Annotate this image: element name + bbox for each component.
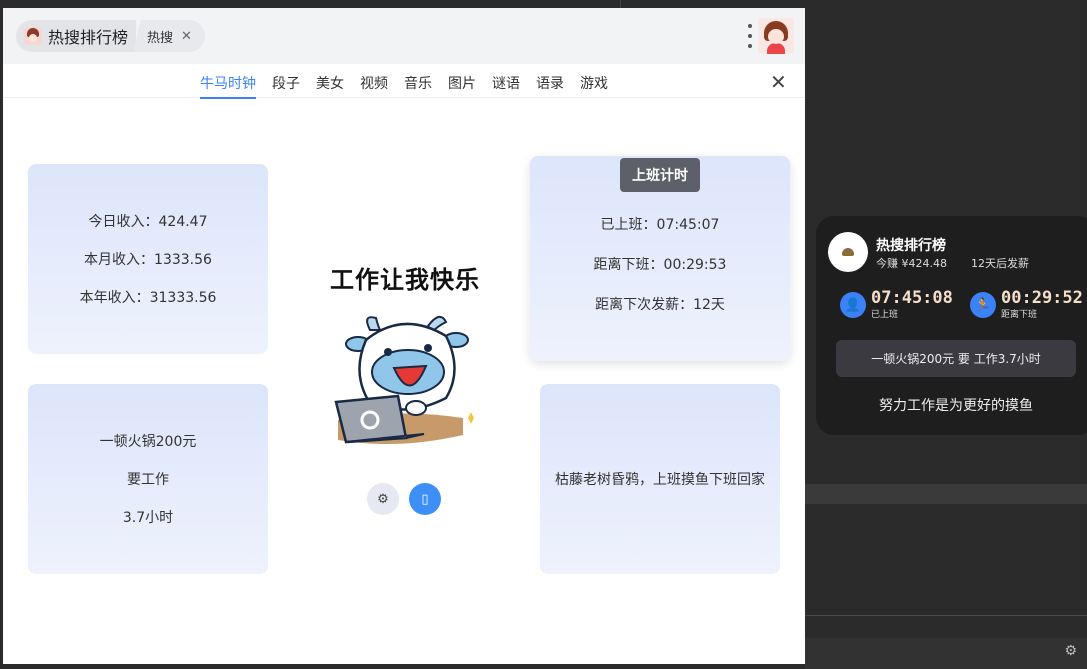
quote-card: 枯藤老树昏鸦，上班摸鱼下班回家 [540, 384, 780, 574]
nav-tab[interactable]: 游戏 [580, 73, 608, 99]
payday-countdown: 距离下次发薪：12天 [595, 297, 725, 313]
widget-worked-stat: 👤 07:45:08 已上班 [840, 290, 953, 320]
nav-tab[interactable]: 段子 [272, 73, 300, 99]
avatar[interactable] [758, 18, 794, 54]
category-nav: 牛马时钟 段子 美女 视频 音乐 图片 谜语 语录 游戏 ✕ [3, 64, 805, 99]
desktop-band [805, 484, 1087, 504]
hotpot-line-3: 3.7小时 [122, 510, 174, 526]
income-year: 本年收入：31333.56 [79, 290, 217, 306]
mobile-button[interactable]: ▯ [409, 483, 441, 515]
app-window: 热搜排行榜 热搜 ✕ 牛马时钟 段子 美女 视频 音乐 图片 谜语 语录 游戏 ✕ 今日收入：4… [3, 8, 805, 664]
widget-earnings: 今赚 ¥424.48 [876, 257, 947, 270]
widget-logo-icon [828, 232, 868, 272]
nav-tab[interactable]: 图片 [448, 73, 476, 99]
cow-mascot-icon [334, 315, 474, 444]
widget-remain-caption: 距离下班 [1001, 310, 1038, 320]
app-title: 热搜排行榜 [48, 28, 129, 47]
mobile-icon: ▯ [421, 491, 429, 507]
widget-hotpot-pill: 一顿火锅200元 要 工作3.7小时 [836, 340, 1076, 377]
desktop-taskbar [805, 638, 1087, 669]
widget-slogan: 努力工作是为更好的摸鱼 [879, 398, 1033, 414]
nav-tab[interactable]: 视频 [360, 73, 388, 99]
desktop-divider-bottom [805, 615, 1087, 616]
widget-remain-time: 00:29:52 [1001, 288, 1083, 308]
close-icon[interactable]: ✕ [181, 29, 192, 44]
tab-hot-search-label: 热搜 [147, 30, 174, 46]
hotpot-line-1: 一顿火锅200元 [99, 434, 197, 450]
quote-text: 枯藤老树昏鸦，上班摸鱼下班回家 [555, 472, 765, 488]
worked-time: 已上班：07:45:07 [600, 217, 720, 233]
nav-tabs: 牛马时钟 段子 美女 视频 音乐 图片 谜语 语录 游戏 [200, 73, 624, 99]
gear-icon: ⚙ [377, 491, 389, 507]
nav-tab[interactable]: 音乐 [404, 73, 432, 99]
nav-tab[interactable]: 美女 [316, 73, 344, 99]
hotpot-card: 一顿火锅200元 要工作 3.7小时 [28, 384, 268, 574]
title-bar: 热搜排行榜 热搜 ✕ [3, 8, 805, 64]
desktop-divider [620, 0, 621, 8]
app-tab[interactable]: 热搜排行榜 [16, 20, 137, 52]
settings-button[interactable]: ⚙ [367, 483, 399, 515]
center-title: 工作让我快乐 [330, 266, 480, 294]
work-timer-card: 上班计时 已上班：07:45:07 距离下班：00:29:53 距离下次发薪：1… [530, 156, 790, 361]
hotpot-line-2: 要工作 [127, 472, 169, 488]
off-work-countdown: 距离下班：00:29:53 [593, 257, 727, 273]
close-panel-icon[interactable]: ✕ [770, 70, 787, 94]
running-icon: 🏃 [970, 292, 996, 318]
income-today: 今日收入：424.47 [88, 214, 208, 230]
widget-worked-caption: 已上班 [871, 310, 899, 320]
widget-worked-time: 07:45:08 [871, 288, 953, 308]
income-card: 今日收入：424.47 本月收入：1333.56 本年收入：31333.56 [28, 164, 268, 354]
more-menu-icon[interactable] [747, 24, 753, 48]
app-logo-icon [24, 27, 42, 45]
desktop-gear-icon[interactable]: ⚙ [1064, 643, 1077, 659]
income-month: 本月收入：1333.56 [84, 252, 212, 268]
nav-tab[interactable]: 牛马时钟 [200, 73, 256, 99]
nav-tab[interactable]: 语录 [536, 73, 564, 99]
user-icon: 👤 [840, 292, 866, 318]
widget-title: 热搜排行榜 [876, 238, 946, 254]
tab-hot-search[interactable]: 热搜 ✕ [133, 20, 205, 52]
nav-tab[interactable]: 谜语 [492, 73, 520, 99]
widget-payday: 12天后发薪 [971, 257, 1029, 270]
timer-badge: 上班计时 [620, 158, 700, 192]
desktop-widget: 热搜排行榜 今赚 ¥424.48 12天后发薪 👤 07:45:08 已上班 🏃… [816, 216, 1087, 435]
widget-remain-stat: 🏃 00:29:52 距离下班 [970, 290, 1083, 320]
